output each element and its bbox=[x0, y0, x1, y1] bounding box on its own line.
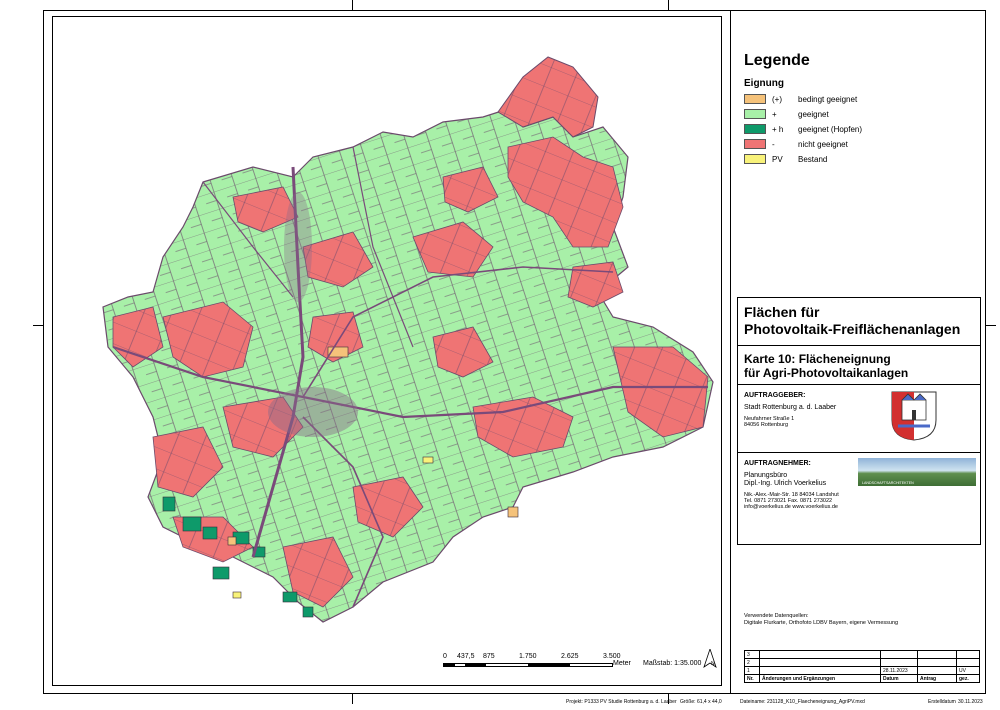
footer-created-label: Erstelldatum bbox=[928, 699, 956, 705]
town-center bbox=[268, 387, 358, 437]
coat-of-arms bbox=[888, 390, 940, 442]
legend-swatch bbox=[744, 139, 766, 149]
scale-tick: 3.500 bbox=[603, 653, 621, 660]
frame-tick bbox=[352, 694, 353, 704]
frame-tick bbox=[986, 325, 996, 326]
scale-tick: 0 bbox=[443, 653, 447, 660]
contractor-heading: AUFTRAGNEHMER: bbox=[744, 460, 811, 467]
scale-unit: Meter bbox=[613, 660, 631, 667]
frame-tick bbox=[668, 0, 669, 10]
scale-tick: 1.750 bbox=[519, 653, 537, 660]
scale-tick: 2.625 bbox=[561, 653, 579, 660]
suitability-map[interactable] bbox=[53, 17, 722, 686]
legend-item: (+) bedingt geeignet bbox=[744, 93, 857, 105]
legend-item: + geeignet bbox=[744, 108, 829, 120]
map-frame[interactable]: 0 437,5 875 1.750 2.625 3.500 Meter Maßs… bbox=[52, 16, 722, 686]
scale-bar: 0 437,5 875 1.750 2.625 3.500 bbox=[443, 653, 623, 667]
legend-swatch bbox=[744, 94, 766, 104]
contractor-logo: LANDSCHAFTSARCHITEKTEN bbox=[858, 458, 976, 486]
sheet-title: Flächen für Photovoltaik-Freiflächenanla… bbox=[744, 304, 961, 337]
footer-file: Dateiname: 231128_K10_Flaecheneignung_Ag… bbox=[740, 699, 865, 705]
revision-table: 3 2 1 28.11.2023 UV Nr. Änderungen und E… bbox=[744, 650, 980, 683]
legend-swatch bbox=[744, 109, 766, 119]
legend-item: + h geeignet (Hopfen) bbox=[744, 123, 862, 135]
contractor-logo-text: LANDSCHAFTSARCHITEKTEN bbox=[862, 481, 914, 485]
contractor-line: Planungsbüro bbox=[744, 472, 788, 479]
legend-item: PV Bestand bbox=[744, 153, 827, 165]
client-city: 84056 Rottenburg bbox=[744, 422, 789, 428]
legend-swatch bbox=[744, 124, 766, 134]
contractor-contact: info@voerkelius.de www.voerkelius.de bbox=[744, 504, 838, 510]
map-title: Karte 10: Flächeneignung für Agri-Photov… bbox=[744, 352, 909, 380]
revision-row: 3 bbox=[744, 650, 980, 659]
legend-title: Legende bbox=[744, 52, 810, 69]
revision-row: 1 28.11.2023 UV bbox=[744, 666, 980, 675]
divider bbox=[737, 452, 981, 453]
settlement bbox=[284, 192, 312, 302]
revision-row: 2 bbox=[744, 658, 980, 667]
legend-swatch bbox=[744, 154, 766, 164]
divider bbox=[737, 384, 981, 385]
contractor-line: Dipl.-Ing. Ulrich Voerkelius bbox=[744, 480, 827, 487]
north-label: N bbox=[711, 661, 715, 667]
sources-text: Digitale Flurkarte, Orthofoto LDBV Bayer… bbox=[744, 620, 899, 626]
footer-created: 30.11.2023 bbox=[958, 699, 983, 705]
divider bbox=[737, 345, 981, 346]
client-name: Stadt Rottenburg a. d. Laaber bbox=[744, 404, 837, 411]
frame-tick bbox=[352, 0, 353, 10]
client-heading: AUFTRAGGEBER: bbox=[744, 392, 806, 399]
north-arrow: N bbox=[703, 647, 717, 669]
frame-tick bbox=[33, 325, 43, 326]
coat-of-arms-icon bbox=[891, 391, 937, 441]
legend-item: - nicht geeignet bbox=[744, 138, 848, 150]
scale-tick: 875 bbox=[483, 653, 495, 660]
footer-project: Projekt: P1333 PV Studie Rottenburg a. d… bbox=[566, 699, 677, 705]
sources-label: Verwendete Datenquellen: bbox=[744, 613, 809, 619]
legend-subtitle: Eignung bbox=[744, 78, 784, 89]
footer-size: Größe: 61,4 x 44,0 bbox=[680, 699, 722, 705]
scale-ratio: Maßstab: 1:35.000 bbox=[643, 660, 702, 667]
revision-header: Nr. Änderungen und Ergänzungen Datum Ant… bbox=[744, 674, 980, 683]
scale-tick: 437,5 bbox=[457, 653, 475, 660]
